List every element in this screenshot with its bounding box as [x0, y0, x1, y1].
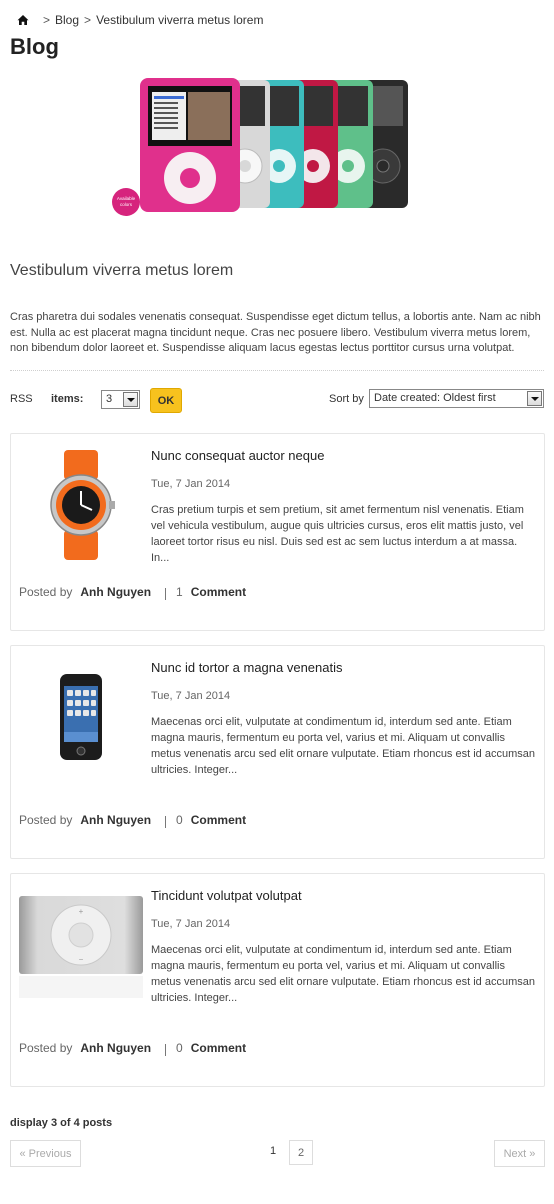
sort-label: Sort by — [329, 393, 364, 405]
meta-divider — [165, 816, 167, 828]
svg-text:+: + — [79, 907, 84, 916]
breadcrumb: > Blog > Vestibulum viverra metus lorem — [17, 12, 263, 28]
post-card: + − Tincidunt volutpat volutpat Tue, 7 J… — [10, 873, 545, 1087]
svg-text:Available: Available — [117, 196, 136, 201]
next-button[interactable]: Next » — [494, 1140, 545, 1167]
post-date: Tue, 7 Jan 2014 — [151, 478, 231, 490]
comment-link[interactable]: Comment — [191, 585, 246, 599]
hero-image: Available colors — [108, 74, 412, 232]
previous-button[interactable]: « Previous — [10, 1140, 81, 1167]
divider — [10, 370, 544, 371]
post-meta: Posted by Anh Nguyen 1 Comment — [19, 584, 246, 600]
breadcrumb-separator: > — [84, 13, 92, 27]
page-title: Blog — [10, 34, 59, 59]
svg-text:colors: colors — [120, 202, 133, 207]
rss-link[interactable]: RSS — [10, 393, 33, 405]
post-excerpt: Maecenas orci elit, vulputate at condime… — [151, 716, 535, 776]
ok-button[interactable]: OK — [150, 388, 182, 413]
blog-toolbar: RSS items: 3 OK Sort by Date created: Ol… — [10, 388, 544, 413]
post-card: Nunc consequat auctor neque Tue, 7 Jan 2… — [10, 433, 545, 631]
sort-by-value: Date created: Oldest first — [374, 392, 496, 404]
post-excerpt: Maecenas orci elit, vulputate at condime… — [151, 944, 535, 1004]
svg-text:−: − — [79, 955, 84, 964]
meta-divider — [165, 1044, 167, 1056]
chevron-down-icon[interactable] — [123, 392, 138, 407]
comment-count: 0 — [176, 1041, 183, 1055]
post-title[interactable]: Nunc id tortor a magna venenatis — [151, 660, 343, 675]
iphone-image[interactable] — [19, 662, 143, 772]
posted-by-label: Posted by — [19, 813, 73, 827]
post-excerpt: Cras pretium turpis et sem pretium, sit … — [151, 504, 524, 564]
post-author[interactable]: Anh Nguyen — [80, 813, 151, 827]
post-date: Tue, 7 Jan 2014 — [151, 690, 231, 702]
page-current: 1 — [270, 1145, 277, 1157]
post-author[interactable]: Anh Nguyen — [80, 1041, 151, 1055]
breadcrumb-item-blog[interactable]: Blog — [55, 13, 79, 27]
post-author[interactable]: Anh Nguyen — [80, 585, 151, 599]
page-link-2[interactable]: 2 — [289, 1140, 313, 1165]
comment-count: 0 — [176, 813, 183, 827]
blog-description: Cras pharetra dui sodales venenatis cons… — [10, 311, 541, 354]
comment-link[interactable]: Comment — [191, 1041, 246, 1055]
post-date: Tue, 7 Jan 2014 — [151, 918, 231, 930]
post-title[interactable]: Nunc consequat auctor neque — [151, 448, 324, 463]
comment-count: 1 — [176, 585, 183, 599]
sort-by-select[interactable]: Date created: Oldest first — [369, 389, 544, 408]
post-title[interactable]: Tincidunt volutpat volutpat — [151, 888, 302, 903]
chevron-down-icon[interactable] — [527, 391, 542, 406]
comment-link[interactable]: Comment — [191, 813, 246, 827]
meta-divider — [165, 588, 167, 600]
items-label: items: — [51, 393, 84, 405]
posted-by-label: Posted by — [19, 1041, 73, 1055]
post-meta: Posted by Anh Nguyen 0 Comment — [19, 812, 246, 828]
home-icon[interactable] — [17, 14, 29, 26]
items-per-page-value: 3 — [106, 393, 113, 405]
watch-image[interactable] — [19, 450, 143, 560]
post-meta: Posted by Anh Nguyen 0 Comment — [19, 1040, 246, 1056]
items-per-page-select[interactable]: 3 — [101, 390, 140, 409]
breadcrumb-item-current: Vestibulum viverra metus lorem — [96, 13, 264, 27]
breadcrumb-separator: > — [43, 13, 51, 27]
ipod-shuffle-image[interactable]: + − — [19, 890, 143, 1000]
display-count: display 3 of 4 posts — [10, 1117, 113, 1129]
post-card: Nunc id tortor a magna venenatis Tue, 7 … — [10, 645, 545, 859]
blog-subtitle: Vestibulum viverra metus lorem — [10, 262, 234, 279]
posted-by-label: Posted by — [19, 585, 73, 599]
